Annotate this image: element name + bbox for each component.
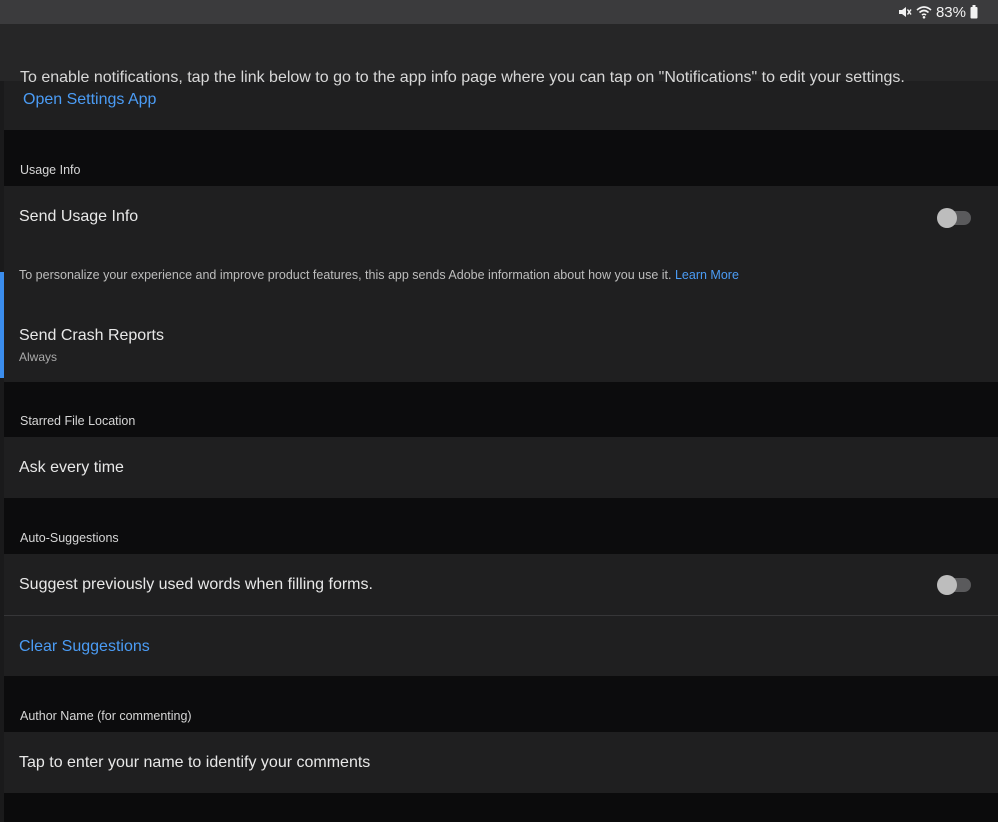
toggle-knob: [937, 575, 957, 595]
starred-location-header-label: Starred File Location: [20, 414, 136, 428]
crash-reports-value: Always: [19, 350, 58, 364]
usage-info-header: Usage Info: [4, 130, 998, 186]
status-icons: 83%: [898, 0, 978, 24]
author-name-field[interactable]: Tap to enter your name to identify your …: [4, 732, 998, 793]
toggle-knob: [937, 208, 957, 228]
status-bar: 83%: [0, 0, 998, 24]
send-usage-toggle[interactable]: [937, 208, 971, 228]
clear-suggestions-row[interactable]: Clear Suggestions: [4, 616, 998, 676]
open-settings-link[interactable]: Open Settings App: [23, 91, 156, 109]
crash-reports-label: Send Crash Reports: [19, 327, 164, 344]
author-name-placeholder: Tap to enter your name to identify your …: [19, 754, 371, 771]
auto-suggestions-header: Auto-Suggestions: [4, 498, 998, 554]
send-usage-label: Send Usage Info: [19, 208, 139, 225]
notifications-description: To enable notifications, tap the link be…: [20, 69, 905, 86]
suggest-words-toggle[interactable]: [937, 575, 971, 595]
settings-list[interactable]: To enable notifications, tap the link be…: [4, 24, 998, 822]
starred-location-row[interactable]: Ask every time: [4, 437, 998, 498]
battery-icon: [970, 5, 978, 19]
suggest-words-label: Suggest previously used words when filli…: [19, 576, 373, 593]
starred-location-header: Starred File Location: [4, 382, 998, 437]
author-name-header-label: Author Name (for commenting): [20, 709, 192, 723]
wifi-icon: [916, 5, 932, 19]
usage-description: To personalize your experience and impro…: [19, 268, 739, 282]
crash-reports-row[interactable]: Send Crash Reports Always: [4, 306, 998, 382]
suggest-words-row: Suggest previously used words when filli…: [4, 554, 998, 615]
author-name-header: Author Name (for commenting): [4, 676, 998, 732]
learn-more-link[interactable]: Learn More: [675, 268, 739, 282]
usage-description-text: To personalize your experience and impro…: [19, 268, 672, 282]
clear-suggestions-button[interactable]: Clear Suggestions: [19, 638, 150, 656]
battery-percent: 83%: [935, 3, 966, 21]
usage-info-header-label: Usage Info: [20, 163, 81, 177]
notifications-block: To enable notifications, tap the link be…: [4, 69, 998, 130]
starred-location-value: Ask every time: [19, 459, 124, 476]
mute-icon: [898, 5, 912, 19]
usage-info-group: Send Usage Info To personalize your expe…: [4, 186, 998, 382]
auto-suggestions-header-label: Auto-Suggestions: [20, 531, 119, 545]
